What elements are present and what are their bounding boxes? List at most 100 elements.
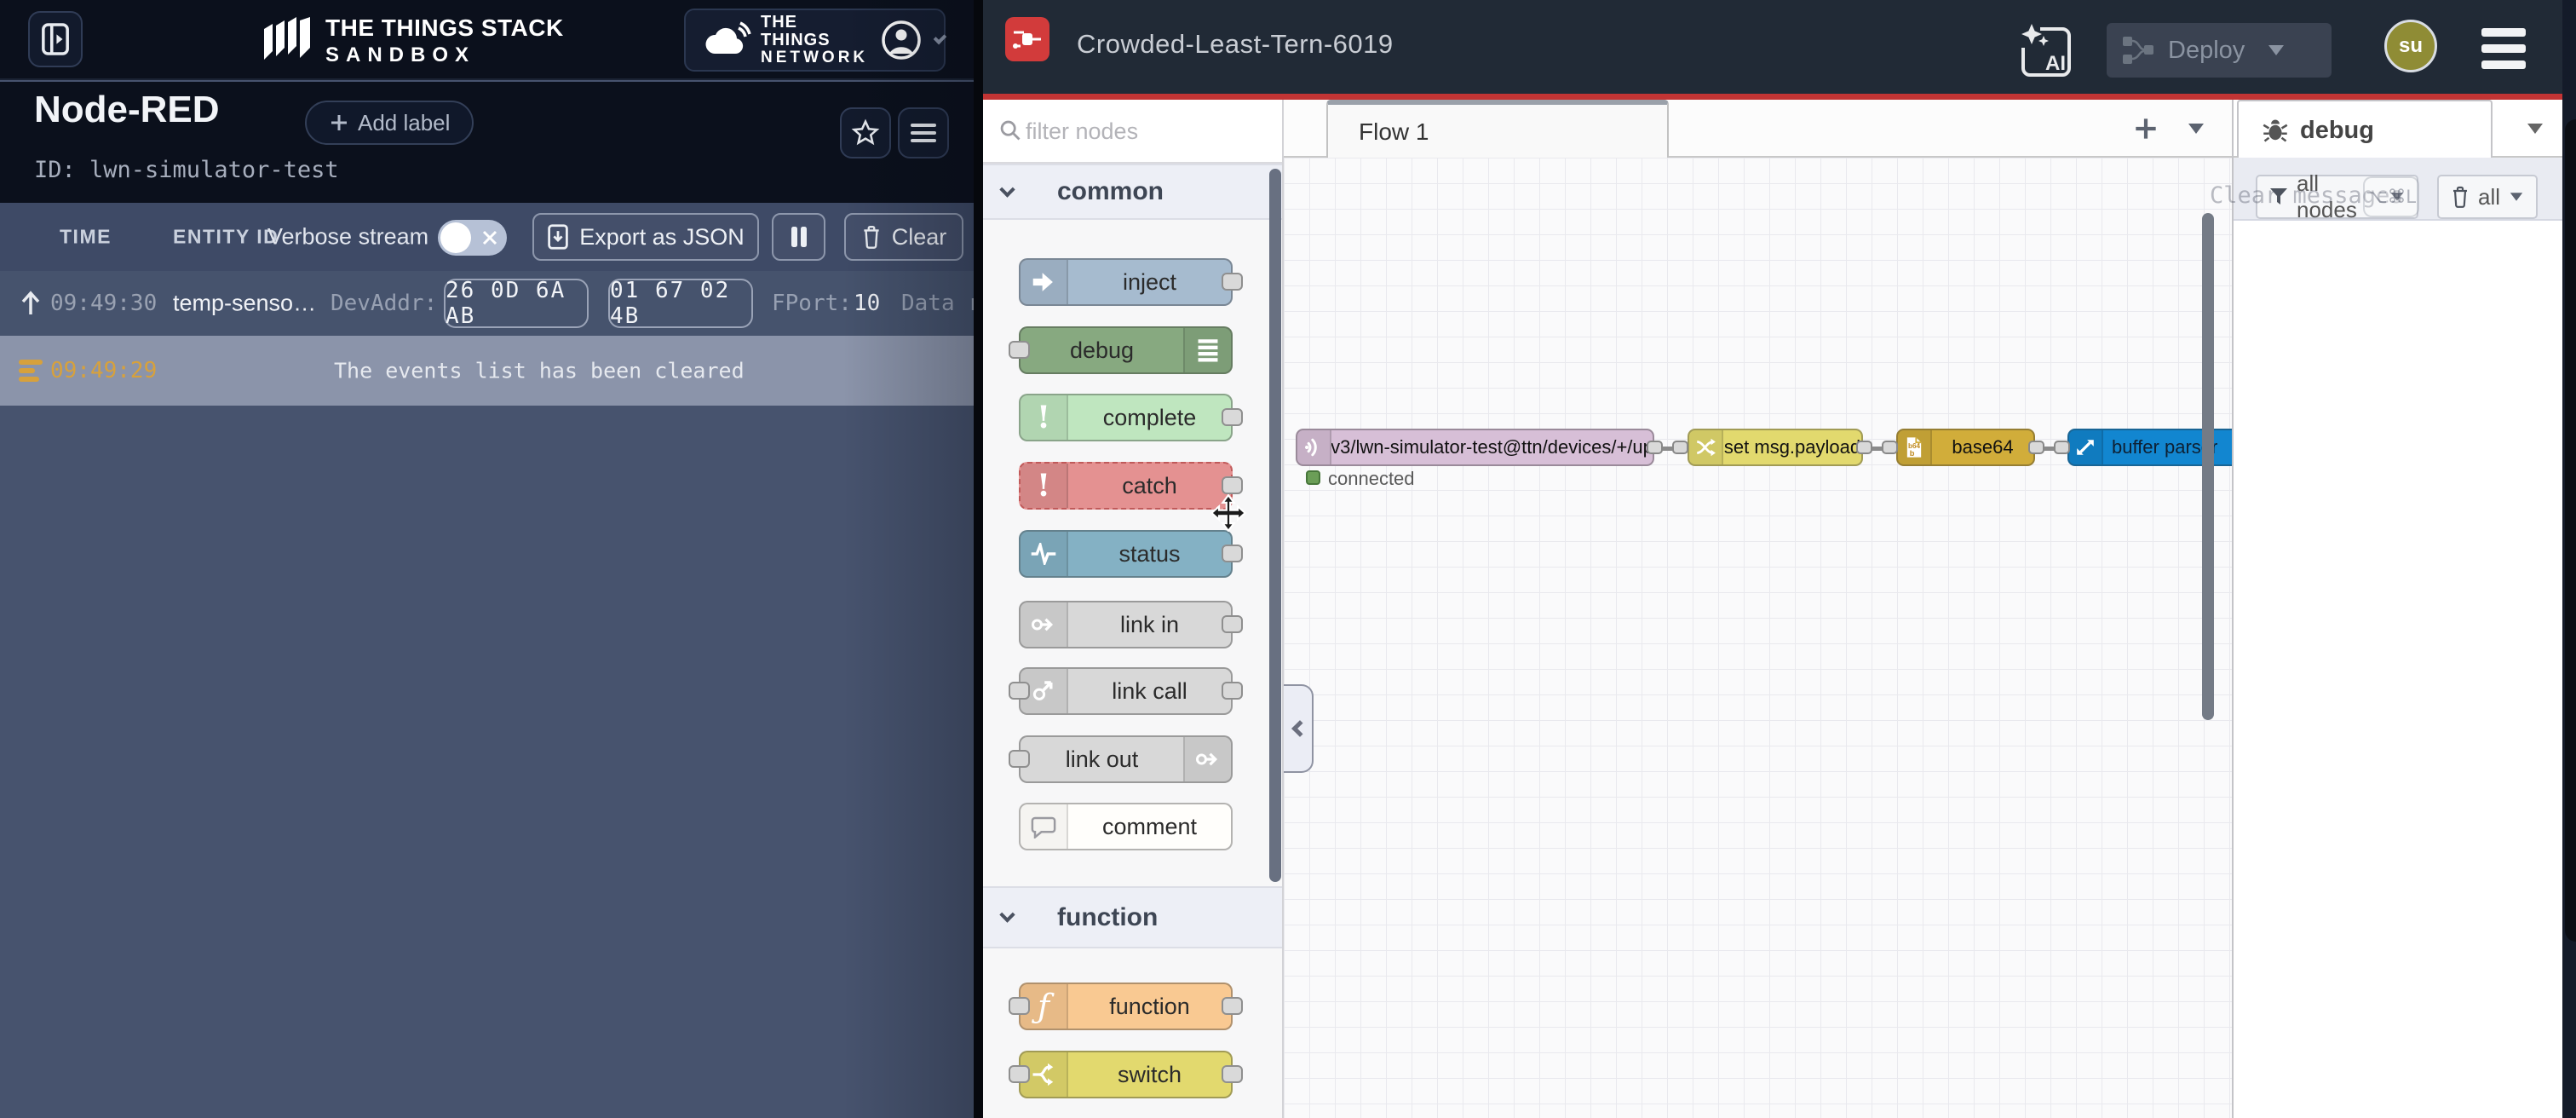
user-avatar[interactable]: su	[2384, 20, 2437, 72]
palette-node-catch[interactable]: ! catch	[1019, 462, 1233, 510]
output-port[interactable]	[1222, 1065, 1243, 1083]
output-port[interactable]	[1222, 682, 1243, 700]
node-label: link call	[1068, 669, 1231, 713]
trash-icon	[861, 225, 882, 249]
input-port[interactable]	[1009, 1065, 1030, 1083]
canvas-node-mqtt-in[interactable]: v3/lwn-simulator-test@ttn/devices/+/up	[1296, 429, 1654, 466]
input-port[interactable]	[1009, 750, 1030, 768]
deploy-flow-icon	[2122, 36, 2154, 65]
canvas-node-change[interactable]: set msg.payload	[1688, 429, 1863, 466]
network-line2: NETWORK	[761, 49, 868, 66]
node-label: link out	[1021, 737, 1183, 781]
ai-glyph: AI	[2045, 52, 2066, 75]
input-port[interactable]	[1882, 441, 1898, 454]
output-port[interactable]	[1222, 545, 1243, 562]
input-port[interactable]	[1009, 682, 1030, 700]
export-json-button[interactable]: Export as JSON	[532, 213, 759, 261]
devaddr-chip[interactable]: 26 0D 6A AB	[444, 279, 589, 328]
palette-scrollbar[interactable]	[1269, 169, 1281, 882]
flow-canvas[interactable]: v3/lwn-simulator-test@ttn/devices/+/up s…	[1284, 158, 2232, 1118]
input-port[interactable]	[1672, 441, 1688, 454]
palette-section-common[interactable]: common	[983, 164, 1282, 220]
output-port[interactable]	[1647, 441, 1663, 454]
output-port[interactable]	[1222, 997, 1243, 1015]
svg-text:b: b	[1910, 449, 1915, 458]
ai-assistant-button[interactable]: AI	[2018, 22, 2074, 78]
fport-value: 10	[854, 291, 880, 316]
verbose-stream-toggle[interactable]	[438, 220, 507, 256]
application-menu-button[interactable]	[898, 107, 949, 158]
main-menu-button[interactable]	[2481, 28, 2526, 69]
pause-icon	[790, 225, 808, 249]
flow-project-title: Crowded-Least-Tern-6019	[1077, 29, 1394, 60]
search-icon	[998, 118, 1022, 142]
palette-node-link-in[interactable]: link in	[1019, 601, 1233, 648]
entity-column-header: ENTITY ID	[173, 226, 279, 249]
canvas-scrollbar[interactable]	[2202, 213, 2214, 720]
bookmark-button[interactable]	[840, 107, 891, 158]
brand-line1: THE THINGS STACK	[325, 15, 564, 42]
input-port[interactable]	[1009, 997, 1030, 1015]
debug-clear-button[interactable]: all	[2437, 175, 2538, 219]
plus-icon	[329, 112, 349, 133]
flow-list-caret[interactable]	[2188, 124, 2204, 134]
add-label-button[interactable]: Add label	[305, 101, 474, 145]
node-red-window: Crowded-Least-Tern-6019 AI Deploy su	[983, 0, 2576, 1118]
payload-chip[interactable]: 01 67 02 4B	[608, 279, 753, 328]
palette-node-debug[interactable]: debug	[1019, 326, 1233, 374]
palette-node-complete[interactable]: ! complete	[1019, 394, 1233, 441]
output-port[interactable]	[1222, 615, 1243, 633]
output-port[interactable]	[1222, 408, 1243, 426]
palette-node-comment[interactable]: comment	[1019, 803, 1233, 850]
palette-section-function[interactable]: function	[983, 886, 1282, 948]
sidebar-menu-caret[interactable]	[2527, 124, 2543, 134]
node-label: comment	[1068, 804, 1231, 849]
pause-stream-button[interactable]	[772, 213, 825, 261]
node-palette: common inject debug	[983, 100, 1284, 1118]
clear-events-button[interactable]: Clear	[844, 213, 963, 261]
sidebar-toggle-button[interactable]	[28, 11, 83, 67]
event-row-cleared[interactable]: 09:49:29 The events list has been cleare…	[0, 336, 980, 406]
deploy-label: Deploy	[2168, 37, 2245, 65]
input-port[interactable]	[2054, 441, 2070, 454]
chevron-left-icon	[1291, 720, 1308, 737]
tab-flow-1[interactable]: Flow 1	[1326, 100, 1669, 159]
palette-node-link-call[interactable]: link call	[1019, 667, 1233, 715]
palette-node-switch[interactable]: switch	[1019, 1051, 1233, 1098]
window-divider	[974, 0, 983, 1118]
palette-collapse-button[interactable]	[1284, 684, 1314, 773]
event-entity-id: temp-senso…	[173, 291, 316, 317]
screen: THE THINGS STACK SANDBOX THE THINGS NETW…	[0, 0, 2576, 1118]
node-label: catch	[1068, 464, 1231, 508]
event-row-uplink[interactable]: 09:49:30 temp-senso… DevAddr: 26 0D 6A A…	[0, 271, 980, 336]
add-flow-button[interactable]	[2127, 110, 2165, 147]
header-accent-line	[983, 94, 2576, 100]
palette-node-status[interactable]: status	[1019, 530, 1233, 578]
filter-nodes-input[interactable]	[1024, 112, 1262, 151]
trash-caret	[2510, 193, 2522, 201]
link-icon	[1021, 602, 1068, 647]
deploy-dropdown-caret[interactable]	[2268, 45, 2284, 55]
output-port[interactable]	[2028, 441, 2044, 454]
palette-node-inject[interactable]: inject	[1019, 258, 1233, 306]
cloud-icon	[703, 21, 752, 59]
node-label: base64	[1932, 430, 2033, 464]
canvas-node-base64[interactable]: b64b base64	[1896, 429, 2035, 466]
chevron-down-icon	[999, 907, 1015, 922]
debug-message-list[interactable]	[2234, 221, 2562, 1118]
debug-filter-button[interactable]: all nodes	[2256, 175, 2418, 219]
mqtt-status-text: connected	[1328, 468, 1415, 490]
chevron-down-icon	[999, 182, 1015, 197]
network-switcher-button[interactable]: THE THINGS NETWORK	[684, 9, 946, 72]
output-port[interactable]	[1222, 273, 1243, 291]
event-time: 09:49:29	[50, 358, 157, 383]
palette-node-link-out[interactable]: link out	[1019, 735, 1233, 783]
output-port[interactable]	[1222, 476, 1243, 494]
tab-debug[interactable]: debug	[2237, 100, 2493, 159]
deploy-button[interactable]: Deploy	[2107, 23, 2332, 78]
node-label: debug	[1021, 328, 1183, 372]
output-port[interactable]	[1856, 441, 1872, 454]
input-port[interactable]	[1009, 341, 1030, 359]
section-label: function	[1057, 903, 1158, 932]
palette-node-function[interactable]: ƒ function	[1019, 983, 1233, 1030]
